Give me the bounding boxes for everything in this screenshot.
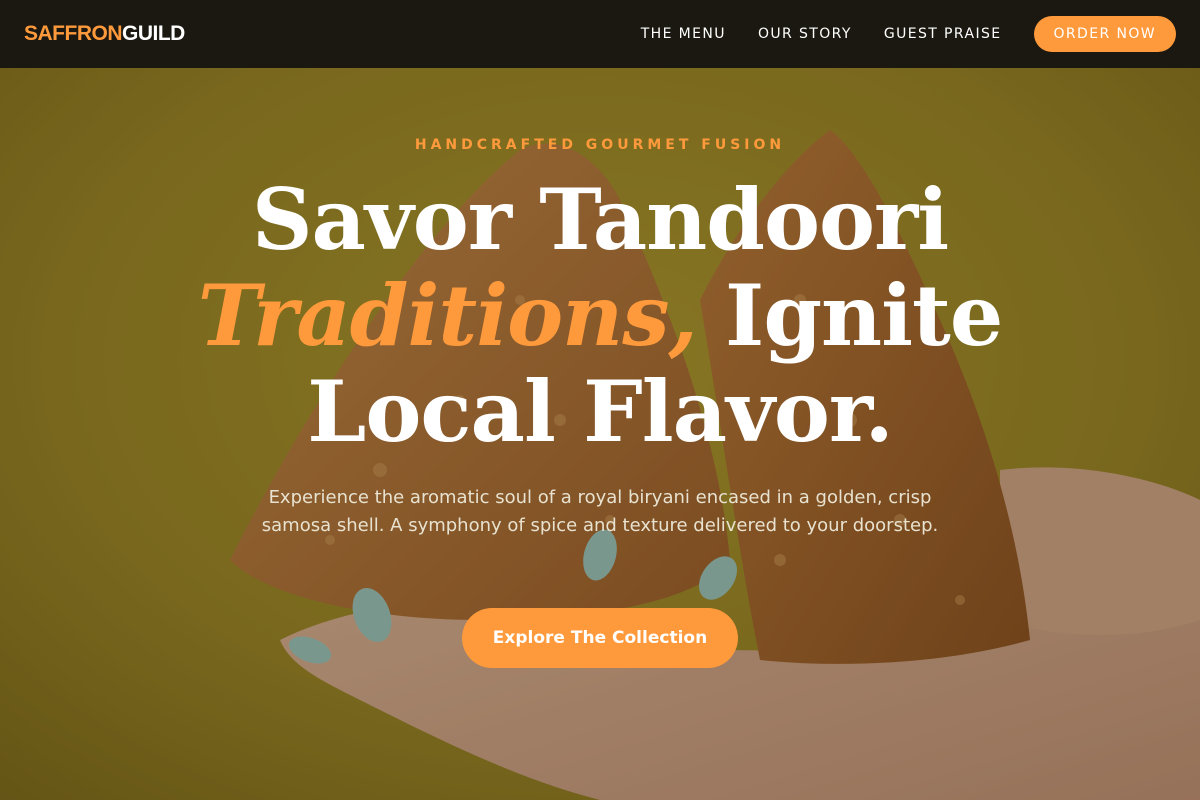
explore-collection-button[interactable]: Explore The Collection [462, 608, 738, 668]
nav-link-guest-praise[interactable]: GUEST PRAISE [884, 26, 1002, 42]
logo-text-guild: GUILD [122, 22, 185, 45]
logo-text-saffron: SAFFRON [24, 22, 123, 45]
headline-line-3: Local Flavor. [307, 362, 893, 461]
order-now-button[interactable]: ORDER NOW [1033, 16, 1176, 52]
headline-accent: Traditions, [197, 266, 698, 365]
nav-links: THE MENU OUR STORY GUEST PRAISE ORDER NO… [641, 16, 1176, 52]
hero-subtext: Experience the aromatic soul of a royal … [261, 487, 939, 536]
headline-line-2-rest: Ignite [696, 266, 1003, 365]
hero-eyebrow: HANDCRAFTED GOURMET FUSION [414, 137, 786, 153]
navbar: SAFFRON GUILD THE MENU OUR STORY GUEST P… [0, 0, 1200, 68]
hero-headline: Savor Tandoori Traditions, Ignite Local … [0, 172, 1200, 460]
brand-logo[interactable]: SAFFRON GUILD [24, 22, 185, 46]
headline-line-1: Savor Tandoori [251, 170, 949, 269]
nav-link-our-story[interactable]: OUR STORY [758, 26, 852, 42]
nav-link-the-menu[interactable]: THE MENU [641, 26, 726, 42]
headline-line-2: Traditions, Ignite [0, 268, 1200, 364]
hero-section: HANDCRAFTED GOURMET FUSION Savor Tandoor… [0, 68, 1200, 800]
